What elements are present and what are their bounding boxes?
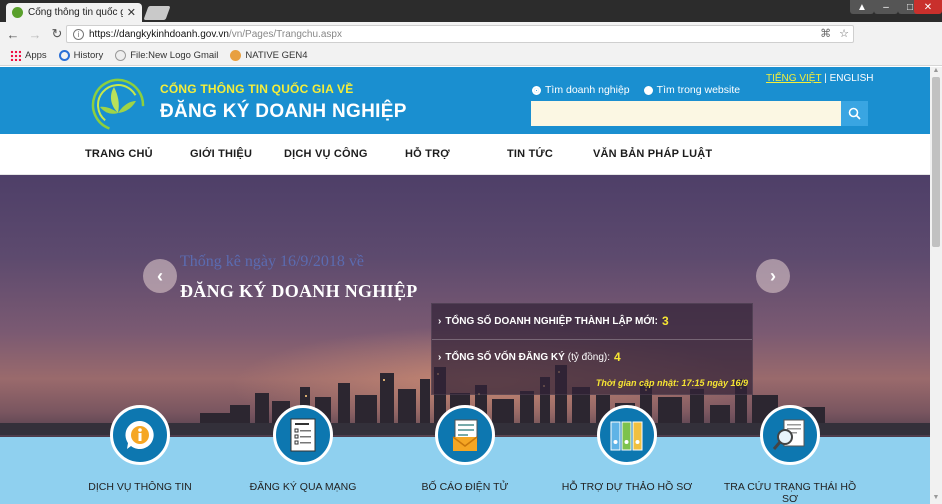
last-updated-text: Thời gian cập nhật: 17:15 ngày 16/9	[595, 378, 748, 388]
apps-grid-icon	[10, 50, 21, 61]
service-icon-circle	[110, 405, 170, 465]
lang-vietnamese-link[interactable]: TIẾNG VIỆT	[766, 73, 821, 84]
new-tab-button[interactable]	[143, 6, 171, 20]
bookmark-apps[interactable]: Apps	[10, 50, 47, 61]
hero-heading: ĐĂNG KÝ DOANH NGHIỆP	[180, 281, 418, 301]
nav-home[interactable]: TRANG CHỦ	[85, 148, 153, 160]
carousel-prev-button[interactable]: ‹	[143, 259, 177, 293]
chevron-right-icon: ›	[438, 351, 442, 363]
service-electronic-announcement[interactable]: BỐ CÁO ĐIỆN TỬ	[390, 397, 540, 493]
carousel-next-button[interactable]: ›	[756, 259, 790, 293]
stat-label: TỔNG SỐ DOANH NGHIỆP THÀNH LẬP MỚI:	[445, 315, 658, 327]
bookmark-native-gen4[interactable]: NATIVE GEN4	[230, 50, 308, 61]
search-input[interactable]	[531, 101, 841, 126]
bookmark-label: NATIVE GEN4	[245, 50, 308, 61]
service-dossier-status-lookup[interactable]: TRA CỨU TRẠNG THÁI HỒ SƠ	[715, 397, 865, 504]
services-section: DỊCH VỤ THÔNG TIN ĐĂNG KÝ QUA MẠNG BỐ CÁ…	[0, 397, 930, 504]
nav-news[interactable]: TIN TỨC	[507, 148, 553, 160]
back-button[interactable]: ←	[4, 25, 22, 43]
service-icon-circle	[597, 405, 657, 465]
service-online-registration[interactable]: ĐĂNG KÝ QUA MẠNG	[228, 397, 378, 493]
binders-icon	[610, 421, 643, 451]
site-subtitle: CỔNG THÔNG TIN QUỐC GIA VỀ	[160, 82, 354, 96]
stat-new-enterprises: › TỔNG SỐ DOANH NGHIỆP THÀNH LẬP MỚI: 3	[438, 314, 669, 328]
search-button[interactable]	[841, 101, 868, 126]
translate-icon[interactable]: ⌘	[820, 27, 831, 40]
browser-tab[interactable]: Cổng thông tin quốc gia ✕	[6, 3, 142, 22]
radio-find-enterprise[interactable]: Tìm doanh nghiệp	[532, 84, 630, 96]
site-title[interactable]: ĐĂNG KÝ DOANH NGHIỆP	[160, 101, 407, 123]
window-close-button[interactable]: ✕	[914, 0, 942, 14]
stat-unit: (tỷ đồng):	[567, 351, 611, 363]
service-icon-circle	[273, 405, 333, 465]
search-scope-options: Tìm doanh nghiệp Tìm trong website	[532, 84, 740, 96]
scroll-down-icon[interactable]: ▼	[930, 494, 942, 504]
bookmark-history[interactable]: History	[58, 50, 104, 61]
bookmark-label: File:New Logo Gmail	[130, 50, 219, 61]
radio-selected-icon	[532, 85, 541, 95]
hero-stat-date: Thống kê ngày 16/9/2018 về	[180, 253, 364, 270]
service-information[interactable]: DỊCH VỤ THÔNG TIN	[65, 397, 215, 493]
service-icon-circle	[760, 405, 820, 465]
page-scrollbar[interactable]: ▲ ▼	[930, 67, 942, 504]
tab-title: Cổng thông tin quốc gia	[28, 7, 123, 18]
stat-label: TỔNG SỐ VỐN ĐĂNG KÝ	[445, 351, 565, 363]
main-navigation: TRANG CHỦ GIỚI THIỆU DỊCH VỤ CÔNG HỖ TRỢ…	[0, 134, 930, 175]
service-label: BỐ CÁO ĐIỆN TỬ	[421, 481, 509, 493]
lang-english-link[interactable]: ENGLISH	[830, 73, 874, 84]
bookmark-label: History	[73, 50, 104, 61]
lang-separator: |	[824, 73, 827, 84]
reload-button[interactable]: ↻	[48, 25, 66, 43]
bookmark-star-icon[interactable]: ☆	[839, 27, 849, 40]
browser-toolbar: ← → ↻ i https://dangkykinhdoanh.gov.vn/v…	[0, 22, 942, 63]
scrollbar-thumb[interactable]	[932, 77, 940, 247]
registration-form-icon	[290, 418, 316, 452]
bookmark-gmail-logo[interactable]: File:New Logo Gmail	[115, 50, 218, 61]
history-icon	[58, 50, 70, 61]
url-path: /vn/Pages/Trangchu.aspx	[228, 28, 342, 40]
radio-label: Tìm trong website	[656, 84, 741, 96]
chevron-right-icon: ›	[438, 315, 442, 327]
language-switcher: TIẾNG VIỆT | ENGLISH	[766, 73, 873, 84]
service-label: DỊCH VỤ THÔNG TIN	[88, 481, 192, 493]
site-favicon-icon	[12, 7, 23, 18]
bookmarks-bar: Apps History File:New Logo Gmail NATIVE …	[0, 46, 942, 66]
search-icon	[848, 107, 861, 120]
nav-legal-documents[interactable]: VĂN BẢN PHÁP LUẬT	[593, 148, 712, 160]
profile-button[interactable]: ▲	[850, 0, 874, 14]
statistics-panel: › TỔNG SỐ DOANH NGHIỆP THÀNH LẬP MỚI: 3 …	[431, 303, 753, 395]
service-dossier-drafting-support[interactable]: HỖ TRỢ DỰ THẢO HỒ SƠ	[552, 397, 702, 493]
url-host: https://dangkykinhdoanh.gov.vn	[89, 28, 229, 40]
nav-support[interactable]: HỖ TRỢ	[405, 148, 450, 160]
service-icon-circle	[435, 405, 495, 465]
minimize-button[interactable]: –	[874, 0, 898, 14]
bookmark-label: Apps	[25, 50, 47, 61]
address-bar[interactable]: i https://dangkykinhdoanh.gov.vn/vn/Page…	[66, 25, 854, 43]
service-label: HỖ TRỢ DỰ THẢO HỒ SƠ	[561, 481, 693, 493]
radio-unselected-icon	[643, 85, 653, 95]
site-info-icon[interactable]: i	[73, 28, 84, 40]
radio-label: Tìm doanh nghiệp	[545, 84, 630, 96]
stat-value: 4	[614, 350, 621, 364]
nav-about[interactable]: GIỚI THIỆU	[190, 148, 252, 160]
forward-button[interactable]: →	[26, 25, 44, 43]
scroll-up-icon[interactable]: ▲	[930, 67, 942, 77]
browser-titlebar: Cổng thông tin quốc gia ✕ ▲ – □ ✕	[0, 0, 942, 22]
nav-public-services[interactable]: DỊCH VỤ CÔNG	[284, 148, 368, 160]
tab-close-icon[interactable]: ✕	[127, 6, 136, 19]
info-icon	[125, 420, 154, 449]
stat-divider	[432, 339, 752, 340]
announcement-envelope-icon	[452, 419, 478, 451]
site-header: CỔNG THÔNG TIN QUỐC GIA VỀ ĐĂNG KÝ DOANH…	[0, 67, 930, 134]
page-viewport: CỔNG THÔNG TIN QUỐC GIA VỀ ĐĂNG KÝ DOANH…	[0, 67, 930, 504]
site-logo-icon[interactable]	[90, 75, 146, 131]
stat-registered-capital: › TỔNG SỐ VỐN ĐĂNG KÝ (tỷ đồng): 4	[438, 350, 621, 364]
service-label: ĐĂNG KÝ QUA MẠNG	[249, 481, 357, 493]
stat-value: 3	[661, 314, 669, 328]
wiki-icon	[115, 50, 127, 61]
service-label: TRA CỨU TRẠNG THÁI HỒ SƠ	[723, 481, 857, 504]
native-icon	[230, 50, 242, 61]
radio-find-website[interactable]: Tìm trong website	[643, 84, 741, 96]
document-search-icon	[772, 419, 805, 450]
